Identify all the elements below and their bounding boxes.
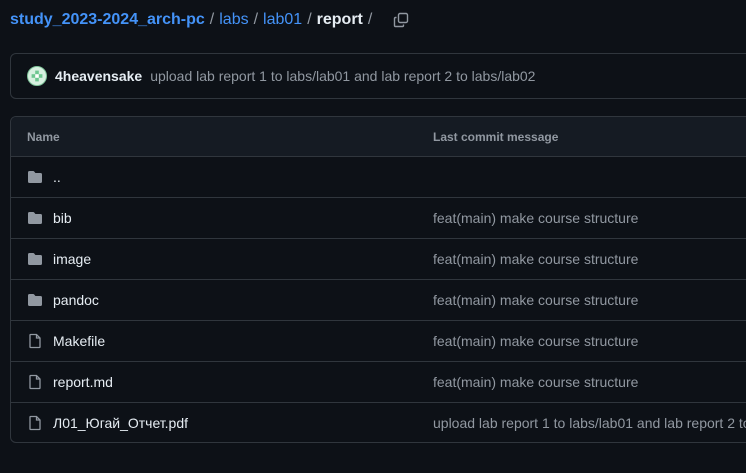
- latest-commit-box: 4heavensake upload lab report 1 to labs/…: [10, 53, 746, 99]
- table-row[interactable]: bib feat(main) make course structure: [11, 198, 746, 239]
- column-header-name: Name: [27, 130, 60, 144]
- file-icon: [27, 415, 43, 431]
- table-row[interactable]: ..: [11, 157, 746, 198]
- folder-icon: [27, 169, 43, 185]
- file-icon: [27, 333, 43, 349]
- breadcrumb-separator: /: [209, 11, 215, 28]
- avatar-identicon: [31, 70, 43, 82]
- breadcrumb-separator: /: [253, 11, 259, 28]
- folder-icon: [27, 210, 43, 226]
- file-icon: [27, 374, 43, 390]
- commit-message-link[interactable]: upload lab report 1 to labs/lab01 and la…: [150, 68, 535, 84]
- file-name-link[interactable]: Makefile: [53, 333, 105, 349]
- row-commit-message-link[interactable]: feat(main) make course structure: [433, 251, 638, 267]
- breadcrumb-separator: /: [367, 11, 373, 28]
- table-header: Name Last commit message: [11, 117, 746, 157]
- avatar[interactable]: [27, 66, 47, 86]
- breadcrumb-labs-link[interactable]: labs: [219, 11, 248, 29]
- column-header-last-commit: Last commit message: [433, 130, 559, 144]
- table-row[interactable]: report.md feat(main) make course structur…: [11, 362, 746, 403]
- table-row[interactable]: pandoc feat(main) make course structure: [11, 280, 746, 321]
- table-row[interactable]: image feat(main) make course structure: [11, 239, 746, 280]
- file-table: Name Last commit message .. bib feat(main)…: [10, 116, 746, 443]
- folder-name-link[interactable]: pandoc: [53, 292, 99, 308]
- row-commit-message-link[interactable]: upload lab report 1 to labs/lab01 and la…: [433, 415, 746, 431]
- commit-author-link[interactable]: 4heavensake: [55, 68, 142, 84]
- breadcrumb-separator: /: [307, 11, 312, 28]
- repo-directory-page: study_2023-2024_arch-pc / labs / lab01 /…: [0, 0, 746, 473]
- folder-icon: [27, 292, 43, 308]
- breadcrumb-lab01-link[interactable]: lab01: [263, 11, 302, 29]
- table-row[interactable]: Makefile feat(main) make course structure: [11, 321, 746, 362]
- copy-icon: [394, 12, 409, 28]
- file-name-link[interactable]: Л01_Югай_Отчет.pdf: [53, 415, 188, 431]
- folder-name-link[interactable]: ..: [53, 169, 61, 185]
- folder-icon: [27, 251, 43, 267]
- row-commit-message-link[interactable]: feat(main) make course structure: [433, 210, 638, 226]
- table-row[interactable]: Л01_Югай_Отчет.pdf upload lab report 1 to…: [11, 403, 746, 442]
- file-name-link[interactable]: report.md: [53, 374, 113, 390]
- row-commit-message-link[interactable]: feat(main) make course structure: [433, 292, 638, 308]
- copy-path-button[interactable]: [391, 10, 411, 30]
- breadcrumb-current: report: [316, 11, 363, 28]
- table-body: .. bib feat(main) make course structure ima…: [11, 157, 746, 442]
- breadcrumb: study_2023-2024_arch-pc / labs / lab01 /…: [10, 9, 411, 31]
- breadcrumb-repo-link[interactable]: study_2023-2024_arch-pc: [10, 11, 205, 29]
- folder-name-link[interactable]: bib: [53, 210, 72, 226]
- row-commit-message-link[interactable]: feat(main) make course structure: [433, 333, 638, 349]
- folder-name-link[interactable]: image: [53, 251, 91, 267]
- row-commit-message-link[interactable]: feat(main) make course structure: [433, 374, 638, 390]
